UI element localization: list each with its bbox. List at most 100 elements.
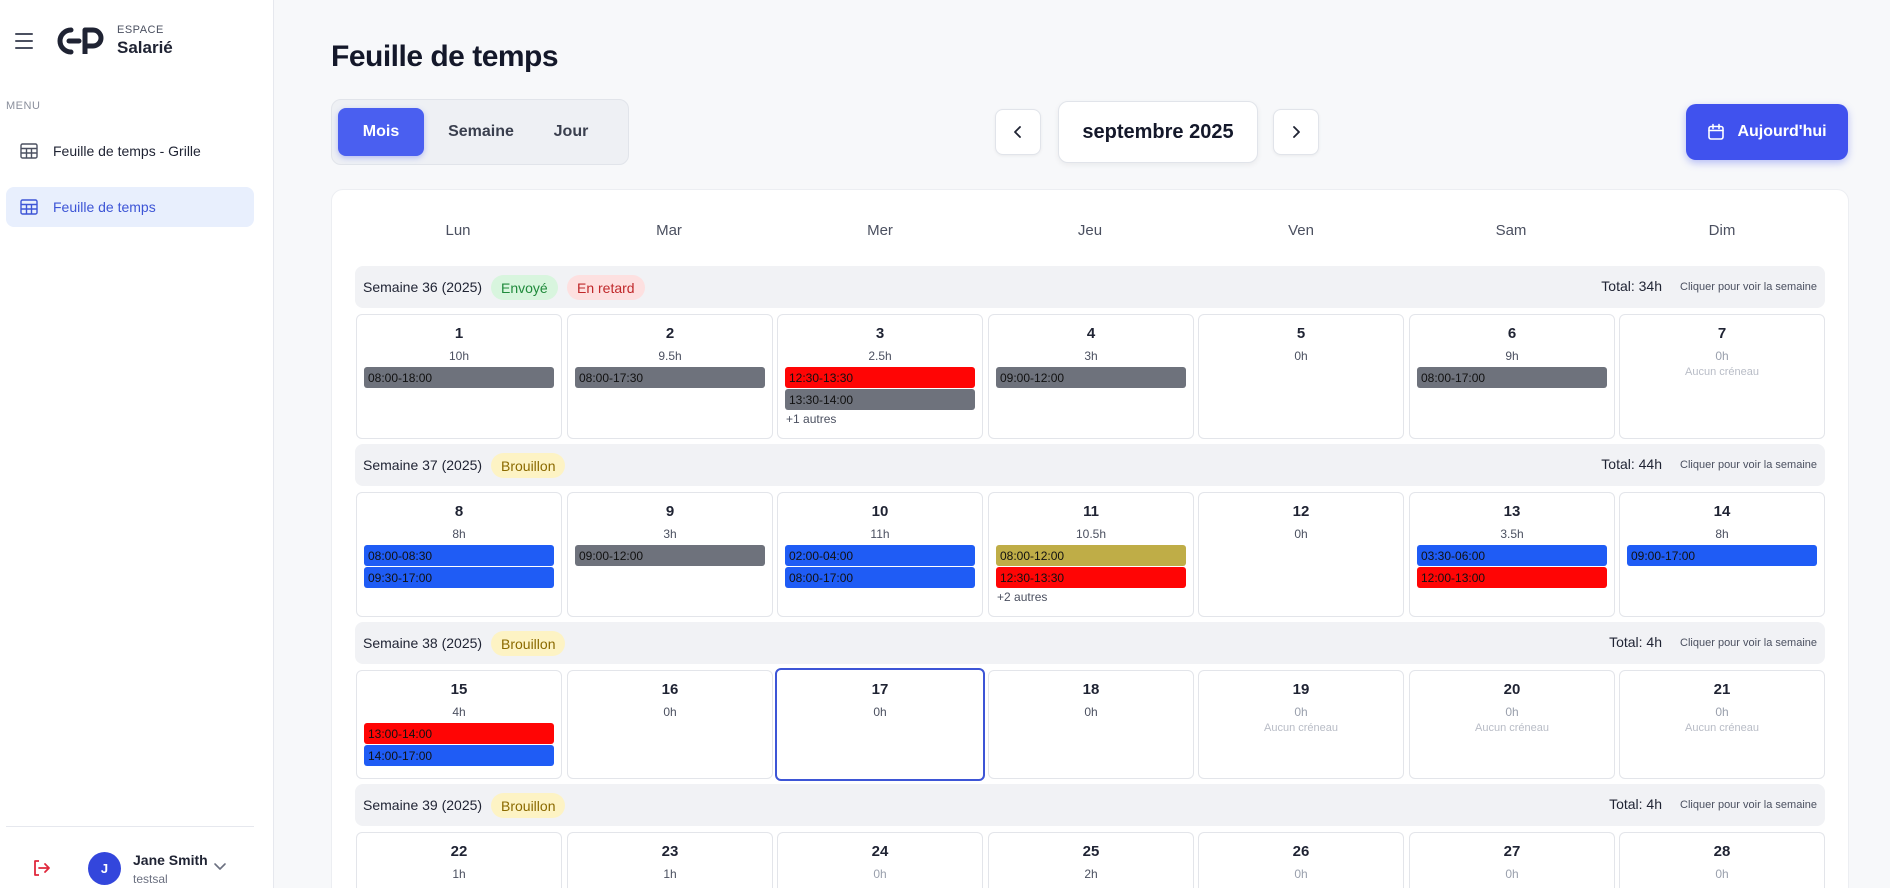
day-hours: 11h [870, 527, 890, 541]
next-month-button[interactable] [1273, 109, 1319, 155]
day-cell[interactable]: 28 0h [1619, 832, 1825, 888]
day-hours: 10h [448, 349, 470, 363]
week-header[interactable]: Semaine 36 (2025) Envoyé En retard Total… [355, 266, 1825, 308]
user-login: testsal [133, 872, 168, 886]
sidebar: ESPACE Salarié MENU Feuille de temps - G… [0, 0, 274, 888]
day-cell[interactable]: 14 8h 09:00-17:00 [1619, 492, 1825, 617]
day-cell[interactable]: 4 3h 09:00-12:00 [988, 314, 1194, 439]
day-cell[interactable]: 15 4h 13:00-14:00 14:00-17:00 [356, 670, 562, 779]
day-cell[interactable]: 27 0h [1409, 832, 1615, 888]
time-slot[interactable]: 08:00-12:00 [996, 545, 1186, 566]
day-cell-today[interactable]: 17 0h [775, 668, 985, 781]
weekday-label: Mer [867, 222, 893, 239]
today-button[interactable]: Aujourd'hui [1686, 104, 1848, 160]
day-number: 17 [871, 681, 889, 698]
view-week-button[interactable]: Semaine [436, 108, 526, 156]
day-hours: 9h [1505, 349, 1519, 363]
time-slot[interactable]: 08:00-17:00 [1417, 367, 1607, 388]
day-hours: 1h [452, 867, 466, 881]
sidebar-item-label: Feuille de temps [53, 199, 156, 215]
time-slot[interactable]: 14:00-17:00 [364, 745, 554, 766]
user-name: Jane Smith [133, 852, 208, 868]
time-slot[interactable]: 12:30-13:30 [785, 367, 975, 388]
day-cell[interactable]: 26 0h [1198, 832, 1404, 888]
more-slots-link[interactable]: +1 autres [786, 412, 836, 426]
day-hours: 0h [1294, 349, 1308, 363]
time-slot[interactable]: 09:00-12:00 [996, 367, 1186, 388]
time-slot[interactable]: 09:00-17:00 [1627, 545, 1817, 566]
day-hours: 0h [1294, 705, 1308, 719]
time-slot[interactable]: 12:00-13:00 [1417, 567, 1607, 588]
day-number: 5 [1296, 325, 1306, 342]
week-header[interactable]: Semaine 38 (2025) Brouillon Total: 4h Cl… [355, 622, 1825, 664]
time-slot[interactable]: 02:00-04:00 [785, 545, 975, 566]
day-cell[interactable]: 13 3.5h 03:30-06:00 12:00-13:00 [1409, 492, 1615, 617]
day-number: 3 [875, 325, 885, 342]
view-month-button[interactable]: Mois [338, 108, 424, 156]
sidebar-item-timesheet-grid[interactable]: Feuille de temps - Grille [6, 131, 254, 171]
time-slot[interactable]: 09:00-12:00 [575, 545, 765, 566]
day-cell[interactable]: 24 0h [777, 832, 983, 888]
weekday-label: Dim [1708, 222, 1736, 239]
chevron-down-icon[interactable] [213, 862, 227, 872]
day-cell[interactable]: 9 3h 09:00-12:00 [567, 492, 773, 617]
view-week-link[interactable]: Cliquer pour voir la semaine [1680, 281, 1817, 293]
status-badge-sent: Envoyé [491, 275, 558, 300]
day-cell[interactable]: 3 2.5h 12:30-13:30 13:30-14:00 +1 autres [777, 314, 983, 439]
time-slot[interactable]: 12:30-13:30 [996, 567, 1186, 588]
weekday-label: Jeu [1077, 222, 1103, 239]
hamburger-menu-icon[interactable] [15, 33, 33, 49]
day-hours: 9.5h [658, 349, 682, 363]
day-number: 25 [1082, 843, 1100, 860]
time-slot[interactable]: 08:00-08:30 [364, 545, 554, 566]
week-header[interactable]: Semaine 39 (2025) Brouillon Total: 4h Cl… [355, 784, 1825, 826]
day-number: 16 [661, 681, 679, 698]
view-week-link[interactable]: Cliquer pour voir la semaine [1680, 799, 1817, 811]
day-cell[interactable]: 11 10.5h 08:00-12:00 12:30-13:30 +2 autr… [988, 492, 1194, 617]
time-slot[interactable]: 08:00-17:30 [575, 367, 765, 388]
day-cell[interactable]: 18 0h [988, 670, 1194, 779]
time-slot[interactable]: 13:30-14:00 [785, 389, 975, 410]
weekday-label: Sam [1495, 222, 1527, 239]
time-slot[interactable]: 13:00-14:00 [364, 723, 554, 744]
day-cell[interactable]: 25 2h [988, 832, 1194, 888]
day-number: 26 [1292, 843, 1310, 860]
logout-icon[interactable] [31, 858, 51, 878]
time-slot[interactable]: 08:00-18:00 [364, 367, 554, 388]
avatar[interactable]: J [88, 852, 121, 885]
more-slots-link[interactable]: +2 autres [997, 590, 1047, 604]
company-logo [57, 27, 104, 55]
day-number: 23 [661, 843, 679, 860]
sidebar-divider [6, 826, 254, 827]
time-slot[interactable]: 03:30-06:00 [1417, 545, 1607, 566]
day-cell[interactable]: 10 11h 02:00-04:00 08:00-17:00 [777, 492, 983, 617]
view-day-button[interactable]: Jour [536, 108, 606, 156]
day-cell[interactable]: 23 1h [567, 832, 773, 888]
day-number: 4 [1086, 325, 1096, 342]
day-cell[interactable]: 12 0h [1198, 492, 1404, 617]
day-cell[interactable]: 19 0h Aucun créneau [1198, 670, 1404, 779]
day-cell[interactable]: 2 9.5h 08:00-17:30 [567, 314, 773, 439]
sidebar-item-timesheet[interactable]: Feuille de temps [6, 187, 254, 227]
day-cell[interactable]: 5 0h [1198, 314, 1404, 439]
week-total: Total: 34h [1601, 278, 1662, 294]
day-cell[interactable]: 8 8h 08:00-08:30 09:30-17:00 [356, 492, 562, 617]
day-cell[interactable]: 20 0h Aucun créneau [1409, 670, 1615, 779]
day-cell[interactable]: 1 10h 08:00-18:00 [356, 314, 562, 439]
day-cell[interactable]: 21 0h Aucun créneau [1619, 670, 1825, 779]
day-hours: 2h [1084, 867, 1098, 881]
day-cell[interactable]: 6 9h 08:00-17:00 [1409, 314, 1615, 439]
menu-label: MENU [6, 100, 41, 112]
week-header[interactable]: Semaine 37 (2025) Brouillon Total: 44h C… [355, 444, 1825, 486]
day-cell[interactable]: 7 0h Aucun créneau [1619, 314, 1825, 439]
view-week-link[interactable]: Cliquer pour voir la semaine [1680, 637, 1817, 649]
day-cell[interactable]: 16 0h [567, 670, 773, 779]
time-slot[interactable]: 09:30-17:00 [364, 567, 554, 588]
view-week-link[interactable]: Cliquer pour voir la semaine [1680, 459, 1817, 471]
time-slot[interactable]: 08:00-17:00 [785, 567, 975, 588]
weekday-label: Ven [1288, 222, 1314, 239]
day-hours: 3h [663, 527, 677, 541]
previous-month-button[interactable] [995, 109, 1041, 155]
day-number: 10 [871, 503, 889, 520]
day-cell[interactable]: 22 1h [356, 832, 562, 888]
